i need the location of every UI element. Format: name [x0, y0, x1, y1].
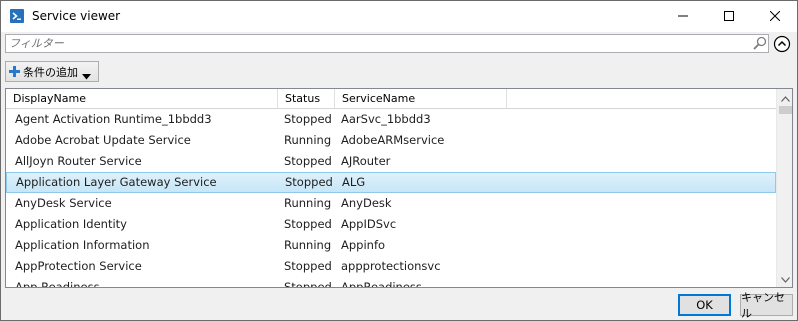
scroll-down-button[interactable] [777, 270, 792, 287]
search-icon[interactable] [753, 36, 767, 51]
table-row[interactable]: AppProtection Service Stopped appprotectio… [6, 256, 776, 277]
filter-box [5, 34, 769, 53]
minimize-button[interactable] [660, 1, 706, 32]
maximize-button[interactable] [706, 1, 752, 32]
maximize-icon [724, 10, 734, 24]
close-icon [769, 10, 781, 24]
cell-displayname: Application Identity [15, 217, 127, 231]
powershell-icon [9, 8, 25, 24]
cell-displayname: Agent Activation Runtime_1bbdd3 [15, 112, 212, 126]
cell-displayname: AllJoyn Router Service [15, 154, 142, 168]
chevron-up-icon [781, 91, 790, 105]
close-button[interactable] [752, 1, 798, 32]
column-header-displayname[interactable]: DisplayName [6, 89, 278, 108]
cell-status: Stopped [284, 112, 332, 126]
cell-servicename: AnyDesk [341, 196, 392, 210]
cell-displayname: AppProtection Service [15, 259, 142, 273]
service-viewer-window: Service viewer フィルター 条件の追加 DisplayName S… [0, 0, 798, 321]
cell-status: Stopped [285, 175, 333, 189]
table-row[interactable]: Application Information Running Appinfo [6, 235, 776, 256]
cell-servicename: AppIDSvc [341, 217, 397, 231]
scroll-thumb[interactable] [779, 106, 792, 114]
table-row[interactable]: AllJoyn Router Service Stopped AJRouter [6, 151, 776, 172]
filter-input[interactable] [9, 36, 749, 51]
cell-status: Stopped [284, 217, 332, 231]
cell-status: Stopped [284, 154, 332, 168]
cell-status: Stopped [284, 280, 332, 288]
cancel-button[interactable]: キャンセル [740, 291, 793, 320]
table-row[interactable]: AnyDesk Service Running AnyDesk [6, 193, 776, 214]
title-bar[interactable]: Service viewer [1, 1, 797, 32]
table-row[interactable]: Application Identity Stopped AppIDSvc [6, 214, 776, 235]
cell-servicename: ALG [342, 175, 366, 189]
scroll-up-button[interactable] [777, 89, 792, 106]
table-row[interactable]: Agent Activation Runtime_1bbdd3 Stopped Aa… [6, 109, 776, 130]
window-title: Service viewer [32, 9, 121, 23]
cell-status: Running [284, 196, 332, 210]
cell-status: Stopped [284, 259, 332, 273]
column-header-servicename[interactable]: ServiceName [335, 89, 507, 108]
plus-icon [9, 66, 20, 77]
vertical-scrollbar[interactable] [776, 89, 792, 287]
add-condition-label: 条件の追加 [23, 65, 78, 79]
dropdown-arrow-icon [82, 69, 91, 79]
column-header-status[interactable]: Status [278, 89, 335, 108]
table-body: Agent Activation Runtime_1bbdd3 Stopped Aa… [6, 109, 776, 288]
cell-displayname: Adobe Acrobat Update Service [15, 133, 191, 147]
cell-status: Running [284, 133, 332, 147]
ok-button[interactable]: OK [678, 294, 731, 316]
cell-displayname: AnyDesk Service [15, 196, 112, 210]
table-header: DisplayName Status ServiceName [6, 89, 776, 109]
table-row[interactable]: App Readiness Stopped AppReadiness [6, 277, 776, 288]
cell-servicename: AppReadiness [341, 280, 422, 288]
cell-servicename: AJRouter [341, 154, 391, 168]
minimize-icon [678, 10, 688, 24]
cell-status: Running [284, 238, 332, 252]
table-row[interactable]: Application Layer Gateway Service Stopped… [6, 172, 776, 193]
cell-displayname: App Readiness [15, 280, 100, 288]
cell-servicename: AdobeARMservice [341, 133, 445, 147]
cell-displayname: Application Layer Gateway Service [16, 175, 217, 189]
chevron-down-icon [781, 272, 790, 286]
cell-servicename: Appinfo [341, 238, 386, 252]
cell-displayname: Application Information [15, 238, 150, 252]
collapse-icon[interactable] [773, 35, 791, 53]
column-header-filler [507, 89, 776, 108]
cell-servicename: AarSvc_1bbdd3 [341, 112, 431, 126]
services-table: DisplayName Status ServiceName Agent Act… [5, 88, 793, 288]
table-row[interactable]: Adobe Acrobat Update Service Running Adobe… [6, 130, 776, 151]
cell-servicename: appprotectionsvc [341, 259, 441, 273]
add-condition-button[interactable]: 条件の追加 [5, 61, 99, 82]
